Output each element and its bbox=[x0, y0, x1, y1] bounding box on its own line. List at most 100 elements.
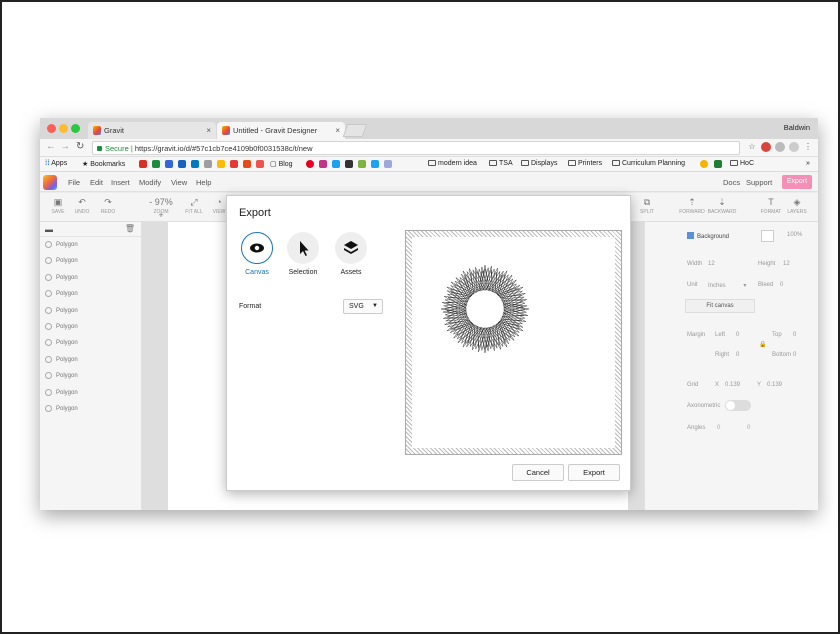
support-link[interactable]: Support bbox=[746, 178, 772, 187]
menu-view[interactable]: View bbox=[171, 178, 187, 187]
export-option-selection[interactable]: Selection bbox=[283, 232, 323, 276]
angle-2-input[interactable]: 0 bbox=[747, 425, 750, 431]
margin-bottom-input[interactable]: 0 bbox=[793, 352, 796, 358]
bookmark-icon[interactable] bbox=[384, 160, 392, 168]
extension-icon[interactable] bbox=[761, 142, 771, 152]
export-option-assets[interactable]: Assets bbox=[331, 232, 371, 276]
menu-help[interactable]: Help bbox=[196, 178, 211, 187]
export-button[interactable]: Export bbox=[782, 175, 812, 189]
layers-button[interactable]: ◈ LAYERS bbox=[782, 196, 812, 215]
bookmark-modern-idea[interactable]: modern idea bbox=[428, 160, 477, 167]
menu-modify[interactable]: Modify bbox=[139, 178, 161, 187]
format-select[interactable]: SVG ▼ bbox=[343, 299, 383, 314]
new-tab-button[interactable] bbox=[342, 124, 368, 137]
extension-icon[interactable] bbox=[789, 142, 799, 152]
blogger-icon[interactable] bbox=[165, 160, 173, 168]
margin-right-input[interactable]: 0 bbox=[736, 352, 739, 358]
layer-row[interactable]: Polygon bbox=[40, 253, 141, 269]
layer-row[interactable]: Polygon bbox=[40, 319, 141, 335]
twitter-icon[interactable] bbox=[371, 160, 379, 168]
forward-button[interactable]: ⇡ FORWARD bbox=[677, 196, 707, 215]
layer-row[interactable]: Polygon bbox=[40, 352, 141, 368]
layer-row[interactable]: Polygon bbox=[40, 335, 141, 351]
grid-x-input[interactable]: 0.139 bbox=[725, 382, 740, 388]
fit-canvas-button[interactable]: Fit canvas bbox=[685, 299, 755, 313]
layer-row[interactable]: Polygon bbox=[40, 368, 141, 384]
bookmark-tsa[interactable]: TSA bbox=[489, 160, 513, 167]
bookmark-icon[interactable] bbox=[700, 160, 708, 168]
drive-icon[interactable] bbox=[152, 160, 160, 168]
margin-left-input[interactable]: 0 bbox=[736, 332, 739, 338]
layer-row[interactable]: Polygon bbox=[40, 270, 141, 286]
bookmark-displays[interactable]: Displays bbox=[521, 160, 557, 167]
bookmark-bookmarks[interactable]: ★ Bookmarks bbox=[82, 160, 125, 168]
bookmarks-overflow[interactable]: » bbox=[806, 160, 810, 167]
maximize-window-dot[interactable] bbox=[71, 124, 80, 133]
close-tab-icon[interactable]: × bbox=[206, 122, 211, 139]
bookmark-icon[interactable] bbox=[345, 160, 353, 168]
layer-row[interactable]: Polygon bbox=[40, 286, 141, 302]
redo-button[interactable]: ↷ REDO bbox=[93, 196, 123, 215]
zoom-control[interactable]: - 97% + ZOOM bbox=[146, 196, 176, 220]
menu-dots-icon[interactable]: ⋮ bbox=[803, 142, 813, 152]
background-opacity[interactable]: 100% bbox=[787, 232, 802, 238]
close-tab-icon[interactable]: × bbox=[335, 122, 340, 139]
star-icon[interactable]: ☆ bbox=[747, 142, 757, 152]
slack-icon[interactable] bbox=[358, 160, 366, 168]
menu-edit[interactable]: Edit bbox=[90, 178, 103, 187]
dialog-export-button[interactable]: Export bbox=[568, 464, 620, 481]
bookmark-icon[interactable] bbox=[332, 160, 340, 168]
bookmark-printers[interactable]: Printers bbox=[568, 160, 602, 167]
width-input[interactable]: 12 bbox=[708, 261, 715, 267]
menu-file[interactable]: File bbox=[68, 178, 80, 187]
bleed-input[interactable]: 0 bbox=[780, 282, 783, 288]
forward-icon[interactable]: → bbox=[60, 141, 70, 152]
menu-insert[interactable]: Insert bbox=[111, 178, 130, 187]
bookmark-icon[interactable] bbox=[178, 160, 186, 168]
tab-untitled[interactable]: Untitled - Gravit Designer × bbox=[217, 122, 345, 139]
back-icon[interactable]: ← bbox=[46, 141, 56, 152]
instagram-icon[interactable] bbox=[319, 160, 327, 168]
bookmark-icon[interactable] bbox=[230, 160, 238, 168]
cancel-button[interactable]: Cancel bbox=[512, 464, 564, 481]
split-button[interactable]: ⧉ SPLIT bbox=[632, 196, 662, 215]
height-input[interactable]: 12 bbox=[783, 261, 790, 267]
gmail-icon[interactable] bbox=[139, 160, 147, 168]
url-input[interactable]: Secure | https://gravit.io/d/#57c1cb7ce4… bbox=[92, 141, 740, 155]
background-color-swatch[interactable] bbox=[761, 230, 774, 242]
trello-icon[interactable] bbox=[191, 160, 199, 168]
lock-margins-icon[interactable]: 🔒 bbox=[759, 341, 766, 348]
bookmark-apps[interactable]: ⁞⁞ Apps bbox=[45, 160, 67, 167]
tab-gravit[interactable]: Gravit × bbox=[88, 122, 216, 139]
backward-arrange-icon: ⇣ bbox=[718, 197, 726, 207]
bookmark-curriculum-planning[interactable]: Curriculum Planning bbox=[612, 160, 685, 167]
folder-icon[interactable]: ▬ bbox=[45, 225, 53, 234]
axonometric-toggle[interactable] bbox=[725, 400, 751, 411]
bookmark-hoc[interactable]: HoC bbox=[730, 160, 754, 167]
layer-row[interactable]: Polygon bbox=[40, 303, 141, 319]
grid-y-input[interactable]: 0.139 bbox=[767, 382, 782, 388]
bookmark-icon[interactable] bbox=[217, 160, 225, 168]
margin-top-input[interactable]: 0 bbox=[793, 332, 796, 338]
bookmark-icon[interactable] bbox=[204, 160, 212, 168]
background-checkbox[interactable]: Background bbox=[687, 232, 729, 240]
profile-name[interactable]: Baldwin bbox=[784, 123, 810, 132]
layer-row[interactable]: Polygon bbox=[40, 385, 141, 401]
angle-1-input[interactable]: 0 bbox=[717, 425, 720, 431]
bookmark-icon[interactable] bbox=[243, 160, 251, 168]
reload-icon[interactable]: ↻ bbox=[76, 141, 84, 152]
docs-link[interactable]: Docs bbox=[723, 178, 740, 187]
bookmark-blog[interactable]: ▢ Blog bbox=[270, 160, 293, 168]
layer-row[interactable]: Polygon bbox=[40, 401, 141, 417]
close-window-dot[interactable] bbox=[47, 124, 56, 133]
unit-select[interactable]: Inches ▾ bbox=[708, 282, 746, 289]
backward-button[interactable]: ⇣ BACKWARD bbox=[707, 196, 737, 215]
excel-icon[interactable] bbox=[714, 160, 722, 168]
pinterest-icon[interactable] bbox=[306, 160, 314, 168]
minimize-window-dot[interactable] bbox=[59, 124, 68, 133]
bookmark-icon[interactable] bbox=[256, 160, 264, 168]
trash-icon[interactable]: 🗑 bbox=[125, 224, 135, 233]
export-option-canvas[interactable]: Canvas bbox=[237, 232, 277, 276]
extension-icon[interactable] bbox=[775, 142, 785, 152]
layer-row[interactable]: Polygon bbox=[40, 237, 141, 253]
